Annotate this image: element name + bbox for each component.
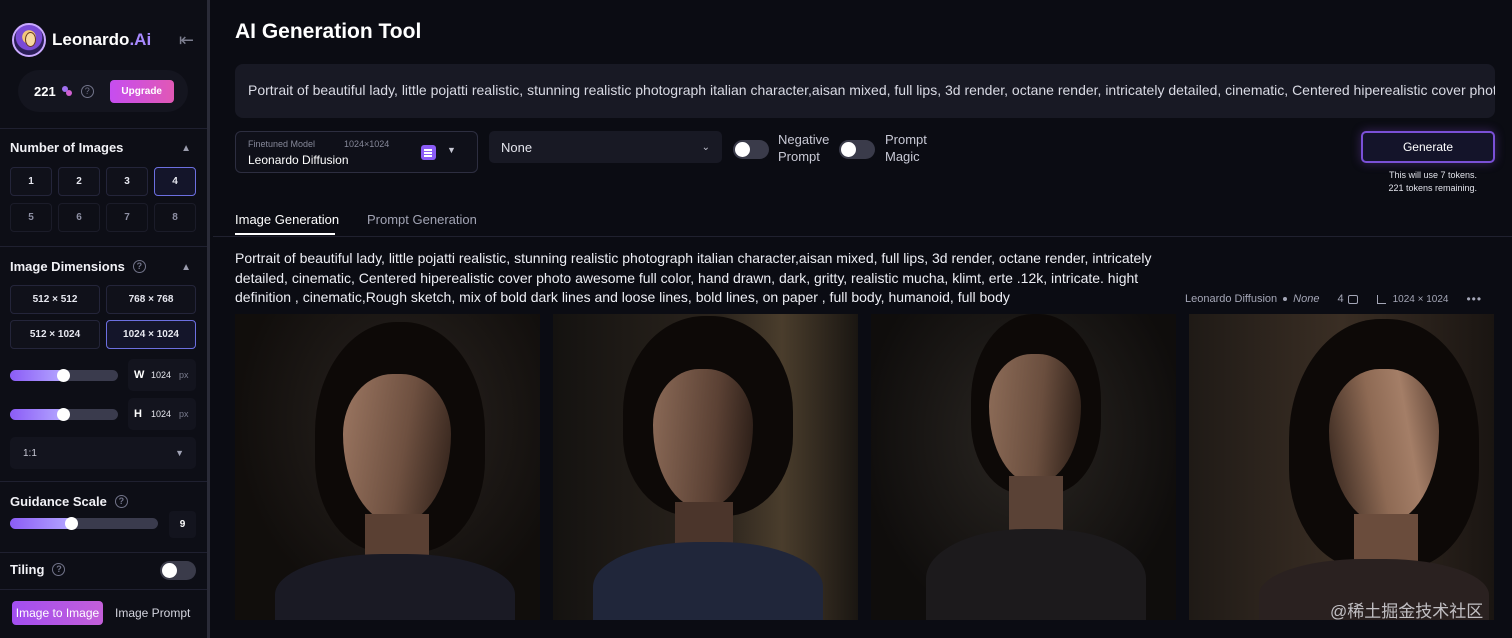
number-of-images-title: Number of Images xyxy=(10,140,124,155)
images-option-1[interactable]: 1 xyxy=(10,167,52,196)
chevron-down-icon: ⌄ xyxy=(701,141,710,153)
negative-prompt-label: Negative Prompt xyxy=(778,132,830,164)
separator-dot xyxy=(1283,297,1288,301)
images-option-3[interactable]: 3 xyxy=(106,167,148,196)
caret-down-icon[interactable]: ▼ xyxy=(447,145,456,155)
watermark: @稀土掘金技术社区 xyxy=(1330,602,1484,621)
generation-meta: Leonardo Diffusion None 4 1024 × 1024 ••… xyxy=(1185,292,1495,306)
tiling-toggle[interactable] xyxy=(160,561,196,580)
help-icon[interactable]: ? xyxy=(132,260,146,273)
model-list-icon[interactable] xyxy=(421,145,436,160)
collapse-sidebar-icon[interactable]: ⇤ xyxy=(179,30,194,51)
images-option-2[interactable]: 2 xyxy=(58,167,100,196)
aspect-ratio-value: 1:1 xyxy=(23,447,37,459)
height-slider[interactable] xyxy=(10,408,118,421)
generation-model: Leonardo Diffusion xyxy=(1185,293,1278,305)
sidebar: Leonardo.Ai ⇤ 221 ? Upgrade Number of Im… xyxy=(0,0,210,638)
generated-image-3[interactable] xyxy=(871,314,1176,620)
help-icon[interactable]: ? xyxy=(114,495,128,508)
guidance-scale-value[interactable]: 9 xyxy=(169,511,196,538)
width-input[interactable]: W 1024 px xyxy=(128,359,196,391)
divider xyxy=(0,481,207,482)
generation-style: None xyxy=(1293,293,1320,305)
images-option-4[interactable]: 4 xyxy=(154,167,196,196)
page-title: AI Generation Tool xyxy=(235,20,422,43)
width-slider-thumb[interactable] xyxy=(57,369,70,382)
guidance-scale-title: Guidance Scale? xyxy=(10,494,128,509)
main-panel: AI Generation Tool Portrait of beautiful… xyxy=(213,0,1512,638)
generation-image-count: 4 xyxy=(1337,293,1344,305)
height-slider-thumb[interactable] xyxy=(57,408,70,421)
model-resolution: 1024×1024 xyxy=(344,139,390,149)
height-slider-fill xyxy=(10,409,64,420)
finetuned-model-select[interactable]: Finetuned Model 1024×1024 Leonardo Diffu… xyxy=(235,131,478,173)
preset-style-value: None xyxy=(501,139,533,155)
image-prompt-tab[interactable]: Image Prompt xyxy=(115,606,190,620)
leonardo-avatar-icon xyxy=(12,23,46,57)
generated-image-2[interactable] xyxy=(553,314,858,620)
images-option-8[interactable]: 8 xyxy=(154,203,196,232)
width-unit: px xyxy=(179,370,189,380)
width-slider-fill xyxy=(10,370,64,381)
generated-image-1[interactable] xyxy=(235,314,540,620)
prompt-magic-toggle[interactable] xyxy=(839,140,875,159)
height-input[interactable]: H 1024 px xyxy=(128,398,196,430)
width-slider[interactable] xyxy=(10,369,118,382)
height-value[interactable]: 1024 xyxy=(151,409,179,419)
dimension-512x512[interactable]: 512 × 512 xyxy=(10,285,100,314)
image-to-image-tab[interactable]: Image to Image xyxy=(12,601,103,625)
divider xyxy=(0,246,207,247)
prompt-magic-label: Prompt Magic xyxy=(885,132,927,164)
guidance-scale-fill xyxy=(10,518,72,529)
images-option-7[interactable]: 7 xyxy=(106,203,148,232)
dimension-1024x1024[interactable]: 1024 × 1024 xyxy=(106,320,196,349)
divider xyxy=(0,128,207,129)
brand-name: Leonardo.Ai xyxy=(52,30,152,49)
prompt-input[interactable]: Portrait of beautiful lady, little pojat… xyxy=(235,64,1495,118)
dimension-512x1024[interactable]: 512 × 1024 xyxy=(10,320,100,349)
chevron-up-icon[interactable]: ▲ xyxy=(181,143,191,154)
more-options-icon[interactable]: ••• xyxy=(1466,292,1482,306)
active-tab-indicator xyxy=(235,233,335,235)
guidance-scale-thumb[interactable] xyxy=(65,517,78,530)
image-dimensions-title: Image Dimensions? xyxy=(10,259,146,274)
tab-image-generation[interactable]: Image Generation xyxy=(235,212,339,227)
divider xyxy=(0,552,207,553)
divider xyxy=(0,589,207,590)
chevron-down-icon: ▼ xyxy=(175,448,184,458)
height-label: H xyxy=(134,408,142,420)
help-icon[interactable]: ? xyxy=(52,563,66,576)
guidance-scale-slider[interactable] xyxy=(10,517,158,530)
tabs-divider xyxy=(213,236,1512,237)
images-option-6[interactable]: 6 xyxy=(58,203,100,232)
help-icon[interactable]: ? xyxy=(80,84,94,98)
generated-image-4[interactable] xyxy=(1189,314,1494,620)
images-option-5[interactable]: 5 xyxy=(10,203,52,232)
generation-resolution: 1024 × 1024 xyxy=(1392,293,1449,305)
model-name: Leonardo Diffusion xyxy=(248,153,349,167)
model-select-label: Finetuned Model xyxy=(248,139,316,149)
tiling-title: Tiling? xyxy=(10,562,66,577)
token-cost-note: This will use 7 tokens. 221 tokens remai… xyxy=(1388,170,1477,193)
token-balance: 221 ? Upgrade xyxy=(18,70,188,112)
dimension-768x768[interactable]: 768 × 768 xyxy=(106,285,196,314)
width-label: W xyxy=(134,369,145,381)
generate-button[interactable]: Generate xyxy=(1361,131,1495,163)
token-count: 221 xyxy=(34,83,56,99)
negative-prompt-toggle[interactable] xyxy=(733,140,769,159)
tokens-icon xyxy=(61,86,72,96)
aspect-ratio-select[interactable]: 1:1 ▼ xyxy=(10,437,196,469)
preset-style-select[interactable]: None ⌄ xyxy=(489,131,722,163)
height-unit: px xyxy=(179,409,189,419)
brand-logo[interactable]: Leonardo.Ai ⇤ xyxy=(12,22,198,58)
dimensions-icon xyxy=(1376,294,1386,304)
generation-prompt: Portrait of beautiful lady, little pojat… xyxy=(235,250,1152,305)
width-value[interactable]: 1024 xyxy=(151,370,179,380)
upgrade-button[interactable]: Upgrade xyxy=(109,79,174,103)
tab-prompt-generation[interactable]: Prompt Generation xyxy=(367,212,477,227)
chevron-up-icon[interactable]: ▲ xyxy=(181,262,191,273)
images-icon xyxy=(1347,294,1358,304)
